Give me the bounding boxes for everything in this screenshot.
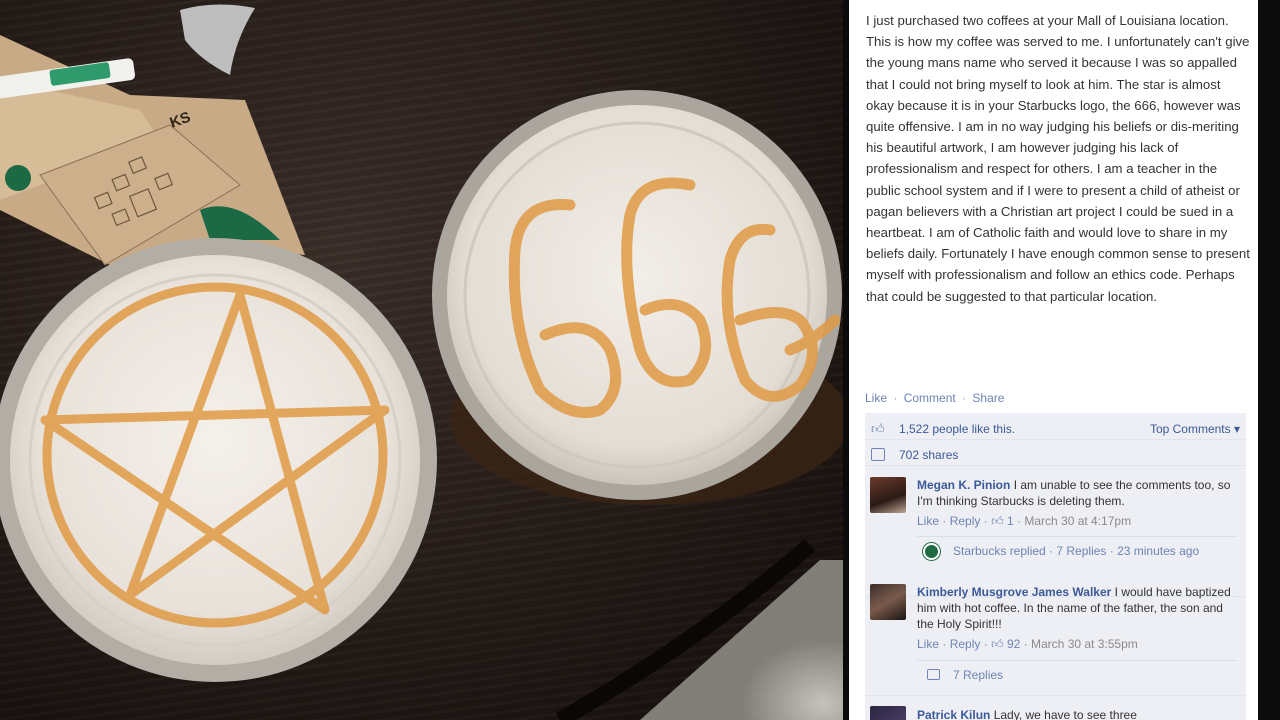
photo: KS [0,0,843,720]
shares-summary: 702 shares [865,444,1246,466]
avatar[interactable] [870,584,906,620]
straw-wrapper [0,4,255,99]
separator: · [962,391,967,405]
commenter-name[interactable]: Patrick Kilun [917,708,990,720]
comment-reply-link[interactable]: Reply [950,637,981,651]
post-actions: Like · Comment · Share [865,391,1004,405]
comment-like-count: 1 [1006,514,1014,528]
avatar[interactable] [870,477,906,513]
comment-body: Kimberly Musgrove James Walker I would h… [917,584,1237,632]
replies-bar[interactable]: Starbucks replied · 7 Replies · 23 minut… [917,536,1237,564]
avatar[interactable] [870,706,906,720]
comment-meta: Like · Reply · 👍︎ 92 · March 30 at 3:55p… [917,637,1138,651]
shares-count[interactable]: 702 shares [899,448,958,462]
thumbs-up-icon: 👍︎ [871,421,885,436]
photo-scene: KS [0,4,843,720]
comment-body: Patrick Kilun Lady, we have to see three [917,707,1237,720]
separator: · [893,391,898,405]
comment-like-link[interactable]: Like [917,514,939,528]
commenter-name[interactable]: Kimberly Musgrove James Walker [917,585,1111,599]
comment-like-count: 92 [1006,637,1021,651]
comment-item: Kimberly Musgrove James Walker I would h… [865,576,1246,696]
comment-time[interactable]: March 30 at 4:17pm [1024,514,1131,528]
starbucks-logo-icon [923,543,940,560]
comments-box: 👍︎ 1,522 people like this. Top Comments … [865,413,1246,720]
coffee-cup-star [0,238,437,682]
comment-time[interactable]: March 30 at 3:55pm [1031,637,1138,651]
commenter-name[interactable]: Megan K. Pinion [917,478,1010,492]
comment-text: Lady, we have to see three [993,708,1137,720]
facebook-post-panel: I just purchased two coffees at your Mal… [849,0,1258,720]
comment-body: Megan K. Pinion I am unable to see the c… [917,477,1237,509]
share-icon [871,448,885,461]
post-body: I just purchased two coffees at your Mal… [866,13,1250,304]
coffee-cup-666 [432,90,843,505]
replies-text[interactable]: 7 Replies [953,661,1003,689]
comment-meta: Like · Reply · 👍︎ 1 · March 30 at 4:17pm [917,514,1132,528]
comment-reply-link[interactable]: Reply [950,514,981,528]
replies-text[interactable]: Starbucks replied · 7 Replies · 23 minut… [953,537,1199,565]
likes-summary: 👍︎ 1,522 people like this. Top Comments … [865,418,1246,440]
top-comments-dropdown[interactable]: Top Comments ▾ [1150,422,1240,436]
comment-like-link[interactable]: Like [917,637,939,651]
thumbs-up-icon: 👍︎ [991,637,1004,651]
likes-count[interactable]: 1,522 people like this. [899,422,1015,436]
replies-bar[interactable]: 7 Replies [917,660,1237,688]
share-link[interactable]: Share [972,391,1004,405]
right-border [1258,0,1280,720]
comment-bubble-icon [927,669,940,680]
comment-link[interactable]: Comment [904,391,956,405]
thumbs-up-icon: 👍︎ [991,514,1004,528]
comment-item: Patrick Kilun Lady, we have to see three [865,698,1246,720]
like-link[interactable]: Like [865,391,887,405]
